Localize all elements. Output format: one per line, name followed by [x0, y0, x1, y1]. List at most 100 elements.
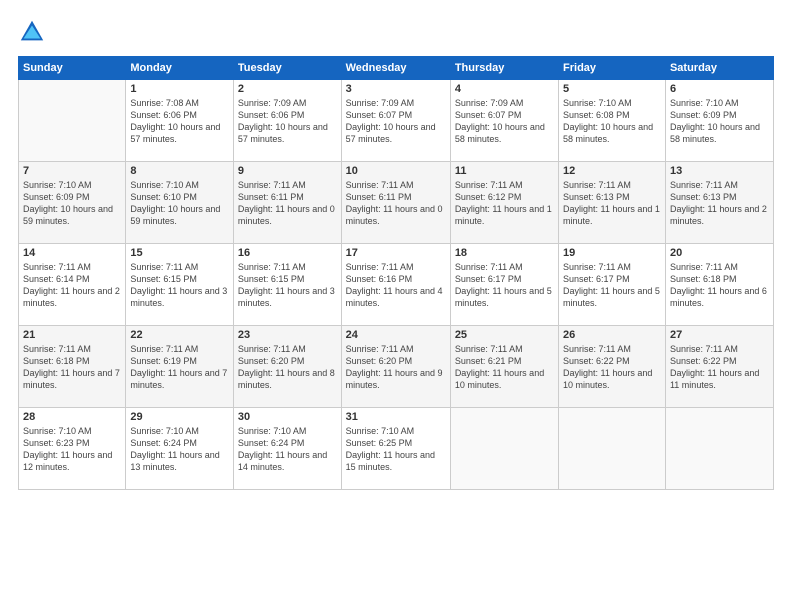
col-header-saturday: Saturday — [665, 57, 773, 80]
calendar-cell: 26 Sunrise: 7:11 AMSunset: 6:22 PMDayligh… — [559, 326, 666, 408]
cell-day-number: 31 — [346, 411, 446, 423]
cell-day-number: 22 — [130, 329, 229, 341]
calendar-cell: 14 Sunrise: 7:11 AMSunset: 6:14 PMDayligh… — [19, 244, 126, 326]
cell-day-number: 30 — [238, 411, 337, 423]
cell-day-number: 9 — [238, 165, 337, 177]
cell-sun-info: Sunrise: 7:11 AMSunset: 6:16 PMDaylight:… — [346, 261, 446, 310]
cell-sun-info: Sunrise: 7:11 AMSunset: 6:22 PMDaylight:… — [563, 343, 661, 392]
calendar-cell: 16 Sunrise: 7:11 AMSunset: 6:15 PMDayligh… — [233, 244, 341, 326]
calendar-cell: 15 Sunrise: 7:11 AMSunset: 6:15 PMDayligh… — [126, 244, 234, 326]
calendar-cell: 6 Sunrise: 7:10 AMSunset: 6:09 PMDaylight… — [665, 80, 773, 162]
cell-sun-info: Sunrise: 7:11 AMSunset: 6:17 PMDaylight:… — [455, 261, 554, 310]
calendar-cell: 8Sunrise: 7:10 AMSunset: 6:10 PMDaylight… — [126, 162, 234, 244]
cell-sun-info: Sunrise: 7:11 AMSunset: 6:13 PMDaylight:… — [563, 179, 661, 228]
cell-sun-info: Sunrise: 7:11 AMSunset: 6:20 PMDaylight:… — [346, 343, 446, 392]
cell-sun-info: Sunrise: 7:11 AMSunset: 6:11 PMDaylight:… — [346, 179, 446, 228]
cell-sun-info: Sunrise: 7:10 AMSunset: 6:25 PMDaylight:… — [346, 425, 446, 474]
cell-sun-info: Sunrise: 7:11 AMSunset: 6:15 PMDaylight:… — [130, 261, 229, 310]
cell-day-number: 26 — [563, 329, 661, 341]
cell-sun-info: Sunrise: 7:11 AMSunset: 6:18 PMDaylight:… — [23, 343, 121, 392]
page: SundayMondayTuesdayWednesdayThursdayFrid… — [0, 0, 792, 612]
cell-day-number: 16 — [238, 247, 337, 259]
cell-day-number: 19 — [563, 247, 661, 259]
calendar-cell: 19 Sunrise: 7:11 AMSunset: 6:17 PMDayligh… — [559, 244, 666, 326]
cell-day-number: 17 — [346, 247, 446, 259]
cell-day-number: 15 — [130, 247, 229, 259]
cell-day-number: 25 — [455, 329, 554, 341]
calendar-cell — [450, 408, 558, 490]
cell-sun-info: Sunrise: 7:11 AMSunset: 6:18 PMDaylight:… — [670, 261, 769, 310]
week-row-2: 7 Sunrise: 7:10 AMSunset: 6:09 PMDaylight… — [19, 162, 774, 244]
cell-day-number: 13 — [670, 165, 769, 177]
cell-day-number: 14 — [23, 247, 121, 259]
week-row-5: 28 Sunrise: 7:10 AMSunset: 6:23 PMDayligh… — [19, 408, 774, 490]
cell-sun-info: Sunrise: 7:11 AMSunset: 6:15 PMDaylight:… — [238, 261, 337, 310]
cell-sun-info: Sunrise: 7:10 AMSunset: 6:09 PMDaylight:… — [670, 97, 769, 146]
calendar-cell: 30Sunrise: 7:10 AMSunset: 6:24 PMDayligh… — [233, 408, 341, 490]
cell-day-number: 3 — [346, 83, 446, 95]
calendar-cell: 17 Sunrise: 7:11 AMSunset: 6:16 PMDayligh… — [341, 244, 450, 326]
cell-sun-info: Sunrise: 7:09 AMSunset: 6:07 PMDaylight:… — [455, 97, 554, 146]
cell-sun-info: Sunrise: 7:09 AMSunset: 6:07 PMDaylight:… — [346, 97, 446, 146]
calendar-cell: 28 Sunrise: 7:10 AMSunset: 6:23 PMDayligh… — [19, 408, 126, 490]
calendar-cell: 31 Sunrise: 7:10 AMSunset: 6:25 PMDayligh… — [341, 408, 450, 490]
cell-day-number: 6 — [670, 83, 769, 95]
cell-sun-info: Sunrise: 7:11 AMSunset: 6:14 PMDaylight:… — [23, 261, 121, 310]
calendar-cell: 3 Sunrise: 7:09 AMSunset: 6:07 PMDaylight… — [341, 80, 450, 162]
cell-day-number: 1 — [130, 83, 229, 95]
calendar-cell: 22 Sunrise: 7:11 AMSunset: 6:19 PMDayligh… — [126, 326, 234, 408]
week-row-4: 21 Sunrise: 7:11 AMSunset: 6:18 PMDayligh… — [19, 326, 774, 408]
calendar-cell — [665, 408, 773, 490]
calendar-table: SundayMondayTuesdayWednesdayThursdayFrid… — [18, 56, 774, 490]
calendar-cell: 2Sunrise: 7:09 AMSunset: 6:06 PMDaylight… — [233, 80, 341, 162]
cell-day-number: 20 — [670, 247, 769, 259]
cell-sun-info: Sunrise: 7:11 AMSunset: 6:17 PMDaylight:… — [563, 261, 661, 310]
cell-day-number: 23 — [238, 329, 337, 341]
calendar-cell: 13 Sunrise: 7:11 AMSunset: 6:13 PMDayligh… — [665, 162, 773, 244]
calendar-cell: 27 Sunrise: 7:11 AMSunset: 6:22 PMDayligh… — [665, 326, 773, 408]
cell-sun-info: Sunrise: 7:08 AMSunset: 6:06 PMDaylight:… — [130, 97, 229, 146]
calendar-cell: 23 Sunrise: 7:11 AMSunset: 6:20 PMDayligh… — [233, 326, 341, 408]
cell-sun-info: Sunrise: 7:10 AMSunset: 6:24 PMDaylight:… — [130, 425, 229, 474]
calendar-cell — [19, 80, 126, 162]
calendar-cell: 10 Sunrise: 7:11 AMSunset: 6:11 PMDayligh… — [341, 162, 450, 244]
col-header-friday: Friday — [559, 57, 666, 80]
cell-day-number: 27 — [670, 329, 769, 341]
calendar-cell: 24 Sunrise: 7:11 AMSunset: 6:20 PMDayligh… — [341, 326, 450, 408]
col-header-tuesday: Tuesday — [233, 57, 341, 80]
calendar-cell: 4Sunrise: 7:09 AMSunset: 6:07 PMDaylight… — [450, 80, 558, 162]
calendar-cell: 1 Sunrise: 7:08 AMSunset: 6:06 PMDaylight… — [126, 80, 234, 162]
week-row-1: 1 Sunrise: 7:08 AMSunset: 6:06 PMDaylight… — [19, 80, 774, 162]
cell-sun-info: Sunrise: 7:10 AMSunset: 6:09 PMDaylight:… — [23, 179, 121, 228]
cell-sun-info: Sunrise: 7:11 AMSunset: 6:20 PMDaylight:… — [238, 343, 337, 392]
calendar-cell: 29 Sunrise: 7:10 AMSunset: 6:24 PMDayligh… — [126, 408, 234, 490]
calendar-cell: 18Sunrise: 7:11 AMSunset: 6:17 PMDayligh… — [450, 244, 558, 326]
col-header-thursday: Thursday — [450, 57, 558, 80]
cell-day-number: 11 — [455, 165, 554, 177]
cell-sun-info: Sunrise: 7:11 AMSunset: 6:19 PMDaylight:… — [130, 343, 229, 392]
col-header-wednesday: Wednesday — [341, 57, 450, 80]
cell-sun-info: Sunrise: 7:10 AMSunset: 6:08 PMDaylight:… — [563, 97, 661, 146]
cell-sun-info: Sunrise: 7:10 AMSunset: 6:10 PMDaylight:… — [130, 179, 229, 228]
cell-day-number: 28 — [23, 411, 121, 423]
col-header-sunday: Sunday — [19, 57, 126, 80]
col-header-monday: Monday — [126, 57, 234, 80]
calendar-cell — [559, 408, 666, 490]
cell-sun-info: Sunrise: 7:10 AMSunset: 6:23 PMDaylight:… — [23, 425, 121, 474]
calendar-cell: 5 Sunrise: 7:10 AMSunset: 6:08 PMDaylight… — [559, 80, 666, 162]
cell-sun-info: Sunrise: 7:11 AMSunset: 6:13 PMDaylight:… — [670, 179, 769, 228]
cell-day-number: 7 — [23, 165, 121, 177]
logo-icon — [18, 18, 46, 46]
cell-day-number: 21 — [23, 329, 121, 341]
cell-day-number: 5 — [563, 83, 661, 95]
cell-day-number: 24 — [346, 329, 446, 341]
cell-sun-info: Sunrise: 7:11 AMSunset: 6:22 PMDaylight:… — [670, 343, 769, 392]
cell-day-number: 29 — [130, 411, 229, 423]
cell-day-number: 12 — [563, 165, 661, 177]
calendar-cell: 12 Sunrise: 7:11 AMSunset: 6:13 PMDayligh… — [559, 162, 666, 244]
calendar-cell: 7 Sunrise: 7:10 AMSunset: 6:09 PMDaylight… — [19, 162, 126, 244]
calendar-cell: 9Sunrise: 7:11 AMSunset: 6:11 PMDaylight… — [233, 162, 341, 244]
cell-sun-info: Sunrise: 7:11 AMSunset: 6:21 PMDaylight:… — [455, 343, 554, 392]
cell-day-number: 10 — [346, 165, 446, 177]
cell-day-number: 2 — [238, 83, 337, 95]
